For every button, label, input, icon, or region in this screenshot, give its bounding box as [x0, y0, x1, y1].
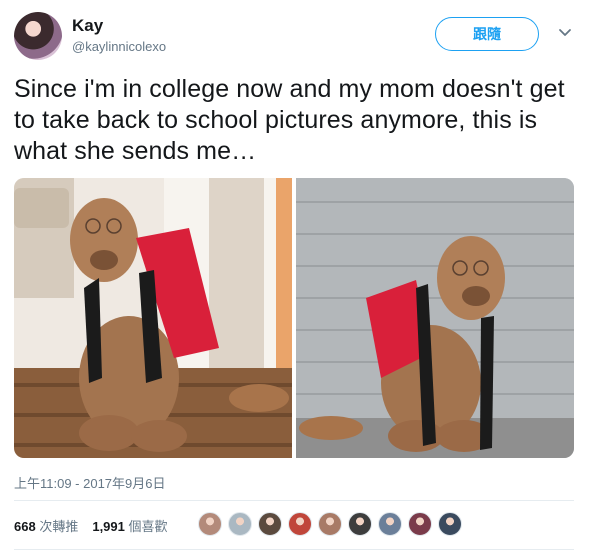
user-handle[interactable]: @kaylinnicolexo: [72, 38, 166, 56]
liker-avatar[interactable]: [378, 512, 402, 536]
liker-avatar[interactable]: [408, 512, 432, 536]
divider: [14, 549, 574, 550]
dog-photo-left-image: [14, 178, 292, 458]
retweets-label: 次轉推: [39, 519, 79, 534]
likes-stat[interactable]: 1,991 個喜歡: [92, 516, 167, 535]
liker-avatar[interactable]: [258, 512, 282, 536]
follow-button[interactable]: 跟隨: [435, 17, 539, 51]
retweets-stat[interactable]: 668 次轉推: [14, 516, 78, 535]
dog-photo-right-image: [296, 178, 574, 458]
tweet-media: [14, 178, 574, 458]
likes-count: 1,991: [92, 519, 125, 534]
tweet-timestamp[interactable]: 上午11:09 - 2017年9月6日: [14, 473, 166, 492]
chevron-down-icon[interactable]: [558, 26, 572, 40]
liker-avatar[interactable]: [198, 512, 222, 536]
liker-avatar[interactable]: [228, 512, 252, 536]
tweet-header: Kay @kaylinnicolexo 跟隨: [14, 12, 584, 62]
photo-right[interactable]: [296, 178, 574, 458]
user-names: Kay @kaylinnicolexo: [72, 16, 166, 56]
engagement-stats: 668 次轉推 1,991 個喜歡: [14, 516, 178, 535]
divider: [14, 500, 574, 501]
likes-label: 個喜歡: [128, 519, 168, 534]
liker-avatar[interactable]: [348, 512, 372, 536]
retweets-count: 668: [14, 519, 36, 534]
tweet-text: Since i'm in college now and my mom does…: [14, 75, 565, 165]
liker-avatar[interactable]: [288, 512, 312, 536]
liker-avatar[interactable]: [318, 512, 342, 536]
user-avatar[interactable]: [14, 12, 62, 60]
liker-avatar[interactable]: [438, 512, 462, 536]
liker-avatars: [198, 512, 462, 536]
display-name[interactable]: Kay: [72, 16, 166, 36]
photo-left[interactable]: [14, 178, 292, 458]
